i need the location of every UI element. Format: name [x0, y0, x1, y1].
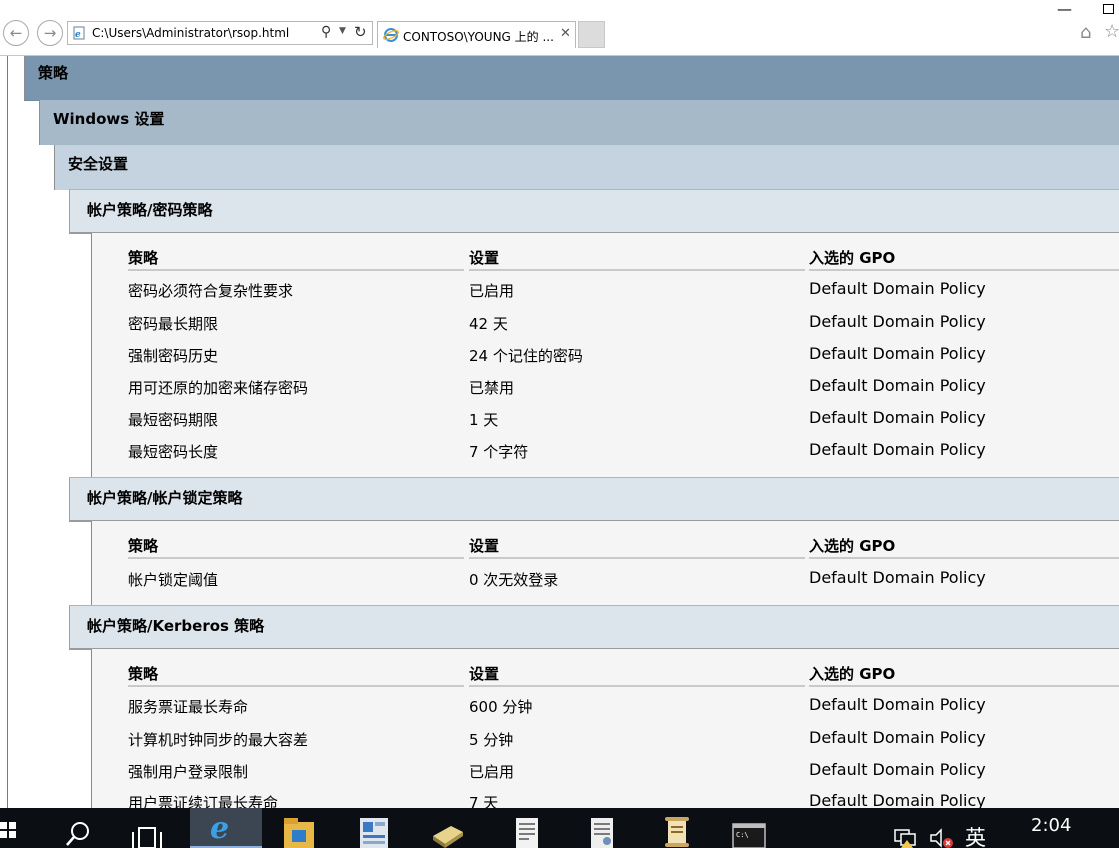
document-icon[interactable]	[510, 816, 544, 848]
table-cell-policy: 强制用户登录限制	[128, 763, 249, 781]
forward-arrow-icon: →	[43, 23, 57, 42]
table-cell-setting: 已启用	[469, 282, 515, 300]
clock-time[interactable]: 2:04	[1031, 815, 1071, 836]
table-cell-gpo: Default Domain Policy	[809, 312, 986, 331]
ie-icon	[383, 28, 399, 42]
table-cell-gpo: Default Domain Policy	[809, 568, 986, 587]
table-cell-policy: 最短密码期限	[128, 411, 219, 429]
home-icon[interactable]: ⌂	[1080, 22, 1091, 43]
windows-settings-header[interactable]: Windows 设置	[39, 100, 1119, 145]
section-title: 帐户策略/密码策略	[87, 201, 213, 219]
table-cell-setting: 已禁用	[469, 379, 515, 397]
search-icon[interactable]: ⚲	[321, 24, 331, 40]
favorites-icon[interactable]: ☆	[1104, 21, 1119, 42]
section-header-password-policy[interactable]: 帐户策略/密码策略	[69, 189, 1119, 234]
table-cell-gpo: Default Domain Policy	[809, 760, 986, 779]
address-text[interactable]: C:\Users\Administrator\rsop.html	[92, 26, 289, 40]
windows-settings-label: Windows 设置	[53, 110, 165, 128]
table-cell-gpo: Default Domain Policy	[809, 695, 986, 714]
ime-indicator[interactable]: 英	[965, 822, 986, 848]
back-arrow-icon: ←	[9, 23, 23, 42]
tab-title: CONTOSO\YOUNG 上的 ...	[403, 30, 554, 44]
task-view-icon[interactable]	[131, 824, 163, 848]
table-cell-setting: 1 天	[469, 411, 499, 429]
table-cell-setting: 42 天	[469, 315, 508, 333]
section-header-lockout-policy[interactable]: 帐户策略/帐户锁定策略	[69, 477, 1119, 522]
column-header-gpo: 入选的 GPO	[809, 535, 1119, 559]
document-icon[interactable]	[585, 816, 619, 848]
column-header-policy: 策略	[128, 535, 464, 559]
table-cell-gpo: Default Domain Policy	[809, 408, 986, 427]
file-explorer-icon[interactable]	[282, 816, 316, 848]
table-cell-setting: 7 个字符	[469, 443, 529, 461]
section-body-kerberos-policy: 策略 设置 入选的 GPO 服务票证最长寿命 600 分钟 Default Do…	[91, 649, 1119, 808]
maximize-icon[interactable]	[1103, 4, 1114, 14]
scroll-icon[interactable]	[660, 816, 694, 848]
table-cell-gpo: Default Domain Policy	[809, 344, 986, 363]
close-icon[interactable]: ✕	[560, 26, 571, 41]
policy-header[interactable]: 策略	[24, 56, 1119, 101]
new-tab-button[interactable]	[578, 21, 605, 48]
table-cell-setting: 0 次无效登录	[469, 571, 559, 589]
tab-rsop[interactable]: CONTOSO\YOUNG 上的 ... ✕	[377, 21, 576, 48]
table-cell-policy: 用可还原的加密来储存密码	[128, 379, 309, 397]
internet-explorer-icon[interactable]: e	[190, 808, 262, 848]
rsop-report: 策略 Windows 设置 安全设置 帐户策略/密码策略 策略 设置 入选的 G…	[0, 56, 1119, 808]
table-cell-gpo: Default Domain Policy	[809, 440, 986, 459]
column-header-setting: 设置	[469, 535, 805, 559]
table-cell-gpo: Default Domain Policy	[809, 279, 986, 298]
table-cell-setting: 24 个记住的密码	[469, 347, 583, 365]
section-title: 帐户策略/帐户锁定策略	[87, 489, 243, 507]
page-icon: e	[73, 26, 85, 40]
section-title: 帐户策略/Kerberos 策略	[87, 617, 265, 635]
column-header-gpo: 入选的 GPO	[809, 247, 1119, 271]
column-header-setting: 设置	[469, 663, 805, 687]
section-body-password-policy: 策略 设置 入选的 GPO 密码必须符合复杂性要求 已启用 Default Do…	[91, 233, 1119, 477]
svg-text:C:\: C:\	[736, 831, 749, 839]
table-cell-gpo: Default Domain Policy	[809, 376, 986, 395]
refresh-icon[interactable]: ↻	[354, 23, 367, 41]
table-cell-setting: 7 天	[469, 794, 499, 808]
table-cell-policy: 密码必须符合复杂性要求	[128, 282, 294, 300]
network-icon[interactable]	[893, 828, 917, 848]
table-cell-setting: 5 分钟	[469, 731, 514, 749]
policy-header-label: 策略	[38, 64, 69, 82]
left-border	[7, 56, 8, 808]
column-header-policy: 策略	[128, 663, 464, 687]
search-icon[interactable]	[63, 818, 93, 848]
table-cell-policy: 用户票证续订最长寿命	[128, 794, 279, 808]
minimize-icon[interactable]: —	[1057, 0, 1072, 18]
book-icon[interactable]	[431, 816, 465, 848]
svg-text:e: e	[75, 30, 81, 40]
table-cell-policy: 服务票证最长寿命	[128, 698, 249, 716]
table-cell-policy: 计算机时钟同步的最大容差	[128, 731, 309, 749]
table-cell-setting: 600 分钟	[469, 698, 533, 716]
column-header-setting: 设置	[469, 247, 805, 271]
server-manager-icon[interactable]	[357, 816, 391, 848]
command-prompt-icon[interactable]: C:\	[732, 816, 766, 848]
security-settings-header[interactable]: 安全设置	[54, 145, 1119, 190]
forward-button[interactable]: →	[37, 20, 63, 46]
back-button[interactable]: ←	[3, 20, 29, 46]
taskbar: e C:\ 英 2:04	[0, 808, 1119, 848]
volume-muted-icon[interactable]	[929, 828, 955, 848]
column-header-policy: 策略	[128, 247, 464, 271]
table-cell-gpo: Default Domain Policy	[809, 728, 986, 747]
security-settings-label: 安全设置	[68, 155, 129, 173]
table-cell-gpo: Default Domain Policy	[809, 791, 986, 808]
address-bar[interactable]: e C:\Users\Administrator\rsop.html ⚲ ▼ ↻	[67, 21, 373, 45]
browser-chrome: ← → e C:\Users\Administrator\rsop.html ⚲…	[0, 0, 1119, 56]
section-header-kerberos-policy[interactable]: 帐户策略/Kerberos 策略	[69, 605, 1119, 650]
table-cell-policy: 强制密码历史	[128, 347, 219, 365]
table-cell-policy: 密码最长期限	[128, 315, 219, 333]
table-cell-policy: 帐户锁定阈值	[128, 571, 219, 589]
table-cell-policy: 最短密码长度	[128, 443, 219, 461]
table-cell-setting: 已启用	[469, 763, 515, 781]
column-header-gpo: 入选的 GPO	[809, 663, 1119, 687]
start-icon[interactable]	[0, 818, 18, 848]
chevron-down-icon[interactable]: ▼	[339, 26, 346, 36]
section-body-lockout-policy: 策略 设置 入选的 GPO 帐户锁定阈值 0 次无效登录 Default Dom…	[91, 521, 1119, 605]
